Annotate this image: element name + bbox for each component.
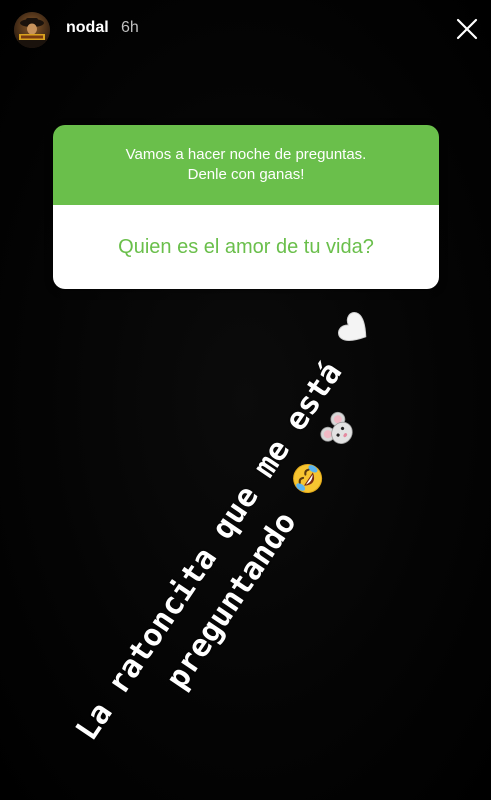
question-sticker[interactable]: Vamos a hacer noche de preguntas. Denle … bbox=[53, 125, 439, 289]
question-prompt-line1: Vamos a hacer noche de preguntas. bbox=[125, 146, 367, 163]
question-answer: Quien es el amor de tu vida? bbox=[53, 205, 439, 289]
story-header: nodal 6h bbox=[0, 0, 491, 60]
story-view[interactable]: nodal 6h Vamos a hacer noche de pregunta… bbox=[0, 0, 491, 800]
question-prompt-line2: Denle con ganas! bbox=[187, 166, 305, 183]
close-icon[interactable] bbox=[452, 14, 482, 44]
caption-line1: La ratoncita que me está bbox=[68, 355, 350, 747]
username[interactable]: nodal bbox=[66, 19, 109, 37]
question-prompt: Vamos a hacer noche de preguntas. Denle … bbox=[53, 125, 439, 205]
avatar[interactable] bbox=[14, 12, 50, 48]
story-timestamp: 6h bbox=[121, 19, 139, 36]
